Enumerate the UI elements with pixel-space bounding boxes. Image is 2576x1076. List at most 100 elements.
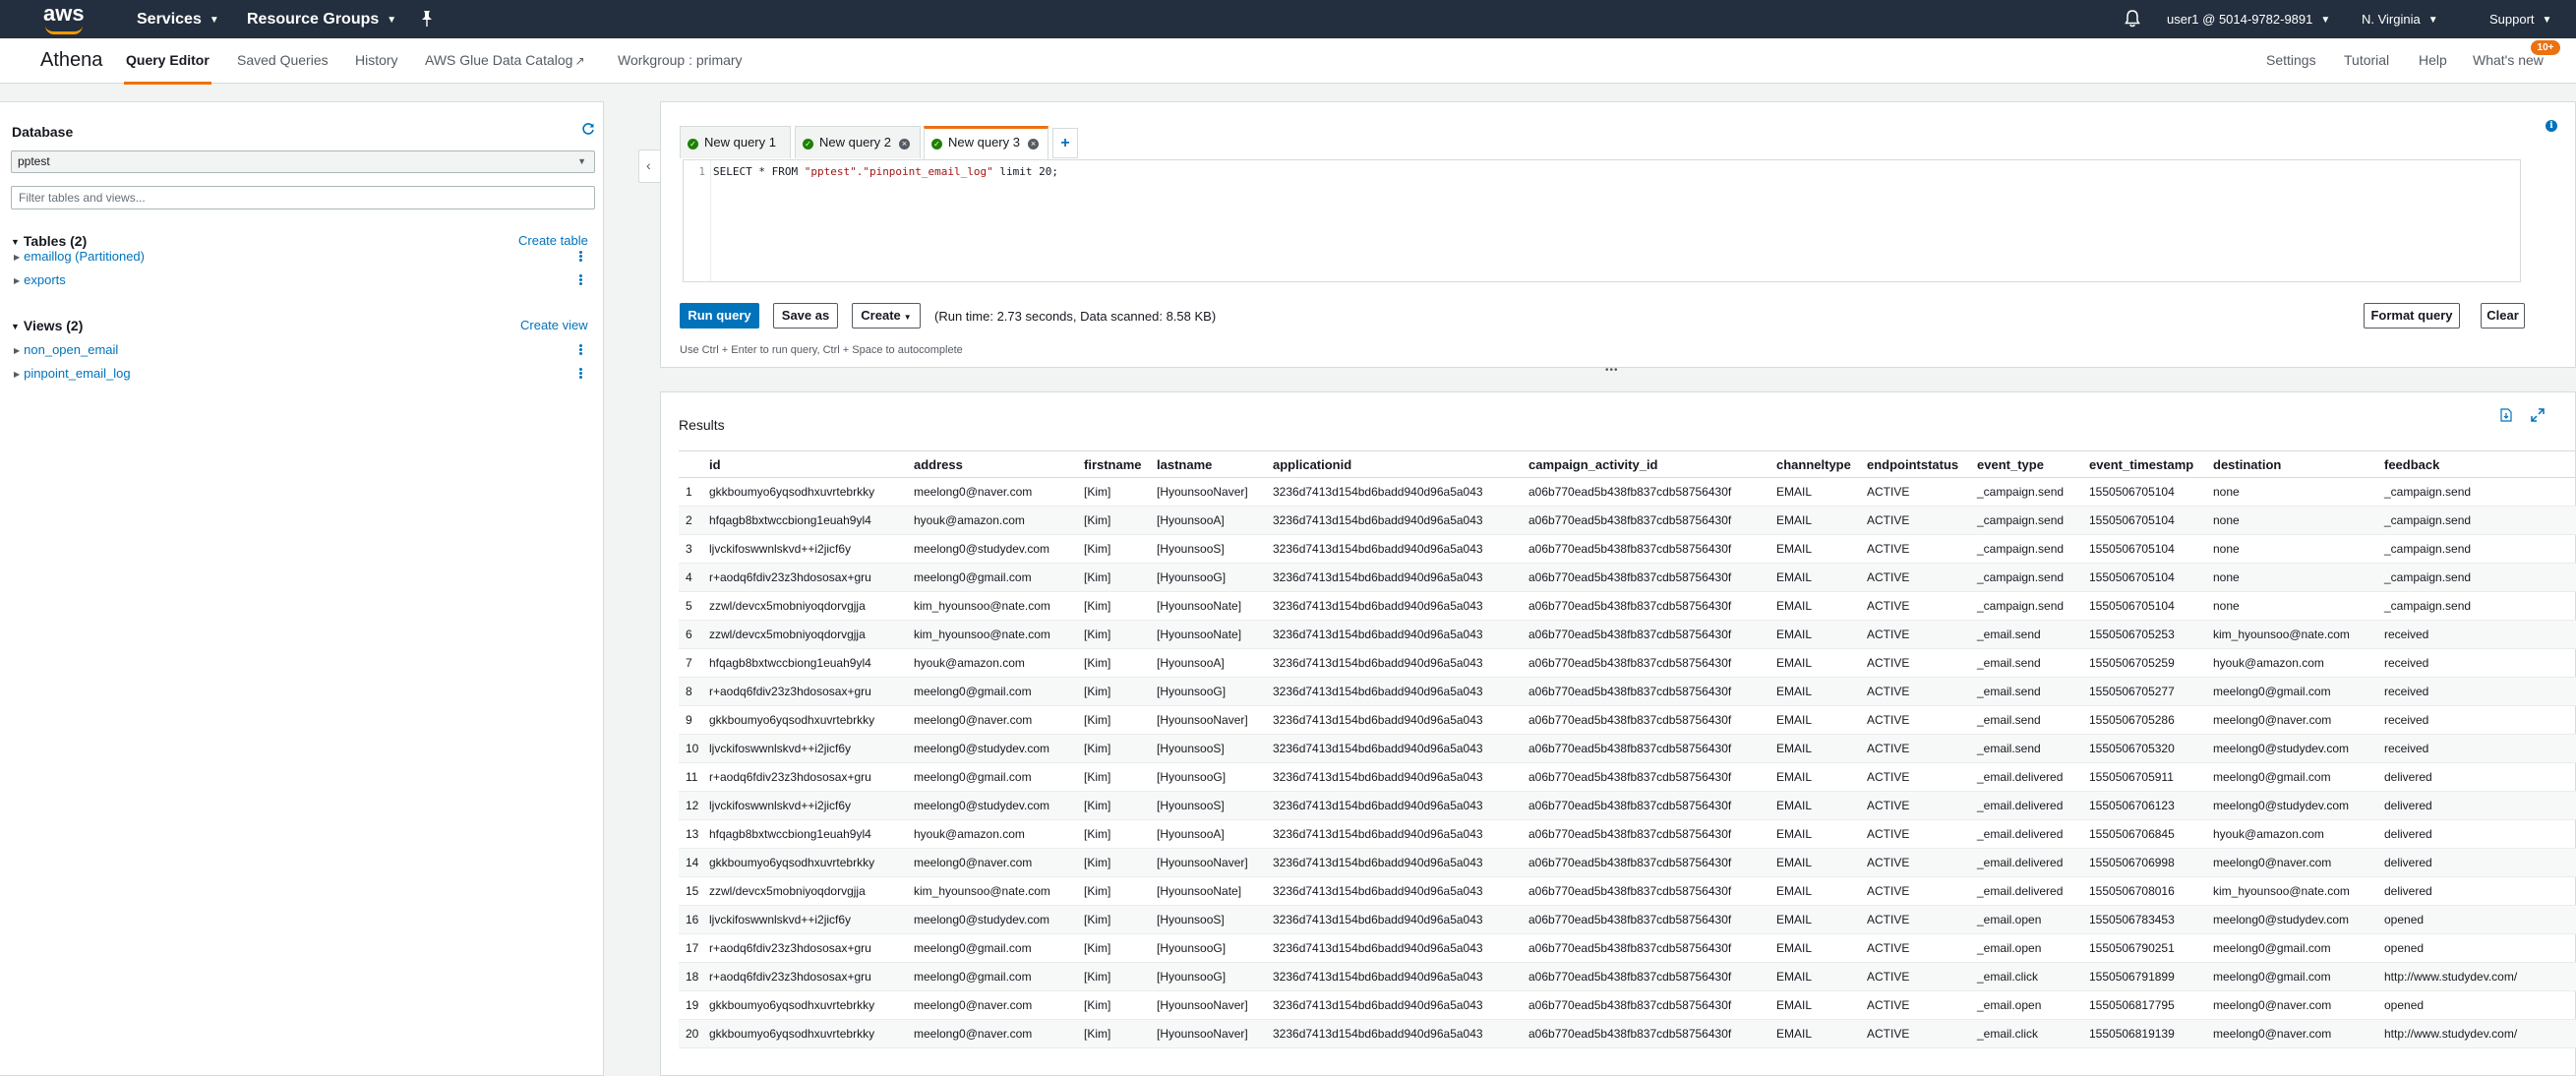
filter-tables-input[interactable] (11, 186, 595, 209)
table-row: 10 ljvckifoswwnlskvd++i2jicf6y meelong0@st… (679, 734, 2576, 763)
tab-history[interactable]: History (355, 52, 398, 68)
table-cell: EMAIL (1776, 876, 1867, 906)
whats-new-link[interactable]: What's new (2473, 52, 2544, 68)
table-cell: 3236d7413d154bd6badd940d96a5a043 (1273, 1019, 1528, 1048)
table-cell: meelong0@naver.com (914, 477, 1084, 507)
column-header[interactable]: id (709, 450, 914, 478)
settings-link[interactable]: Settings (2266, 52, 2316, 68)
more-options-icon[interactable] (579, 251, 583, 263)
query-tab-2[interactable]: ✓ New query 2 × (795, 126, 921, 158)
column-header[interactable]: applicationid (1273, 450, 1528, 478)
download-csv-icon[interactable] (2500, 408, 2512, 422)
table-cell: ACTIVE (1867, 677, 1977, 706)
tab-workgroup[interactable]: Workgroup : primary (618, 52, 743, 68)
table-cell: 3236d7413d154bd6badd940d96a5a043 (1273, 648, 1528, 678)
column-header[interactable]: channeltype (1776, 450, 1867, 478)
bell-icon[interactable] (2125, 9, 2140, 29)
view-item-pinpoint-email-log[interactable]: ▶ pinpoint_email_log (14, 366, 131, 381)
table-cell: http://www.studydev.com/ (2384, 1019, 2576, 1048)
more-options-icon[interactable] (579, 274, 583, 286)
run-query-button[interactable]: Run query (680, 303, 759, 329)
help-link[interactable]: Help (2419, 52, 2447, 68)
table-cell: [HyounsooG] (1157, 762, 1273, 792)
table-cell: http://www.studydev.com/ (2384, 962, 2576, 991)
table-item-label: emaillog (Partitioned) (24, 249, 145, 264)
format-query-button[interactable]: Format query (2364, 303, 2460, 329)
column-header[interactable]: destination (2213, 450, 2384, 478)
table-item-emaillog[interactable]: ▶ emaillog (Partitioned) (14, 249, 145, 264)
tab-glue-data-catalog[interactable]: AWS Glue Data Catalog ↗ (425, 52, 585, 68)
table-cell: _campaign.send (1977, 563, 2089, 592)
views-section-header[interactable]: ▼ Views (2) (11, 318, 83, 333)
table-cell: ACTIVE (1867, 620, 1977, 649)
row-number: 3 (679, 534, 709, 564)
table-cell: delivered (2384, 791, 2576, 820)
expand-icon[interactable] (2531, 408, 2545, 422)
column-header[interactable]: event_type (1977, 450, 2089, 478)
tab-query-editor[interactable]: Query Editor (124, 52, 211, 85)
more-options-icon[interactable] (579, 344, 583, 356)
tab-saved-queries[interactable]: Saved Queries (237, 52, 329, 68)
row-number: 20 (679, 1019, 709, 1048)
table-cell: ACTIVE (1867, 962, 1977, 991)
create-button[interactable]: Create ▼ (852, 303, 921, 329)
column-header[interactable]: campaign_activity_id (1528, 450, 1776, 478)
table-cell: EMAIL (1776, 905, 1867, 934)
save-as-button[interactable]: Save as (773, 303, 838, 329)
table-cell: meelong0@gmail.com (914, 677, 1084, 706)
column-header[interactable]: feedback (2384, 450, 2576, 478)
table-cell: 3236d7413d154bd6badd940d96a5a043 (1273, 477, 1528, 507)
table-cell: EMAIL (1776, 990, 1867, 1020)
table-item-exports[interactable]: ▶ exports (14, 272, 66, 287)
column-header[interactable]: firstname (1084, 450, 1157, 478)
column-header[interactable]: lastname (1157, 450, 1273, 478)
info-icon[interactable]: i (2546, 120, 2557, 132)
resource-groups-menu[interactable]: Resource Groups ▼ (247, 0, 396, 38)
aws-logo[interactable]: aws (43, 0, 89, 38)
table-cell: [HyounsooS] (1157, 905, 1273, 934)
tables-section-header[interactable]: ▼ Tables (2) (11, 233, 87, 249)
create-table-link[interactable]: Create table (518, 233, 588, 248)
account-label: user1 @ 5014-9782-9891 (2167, 12, 2313, 27)
pin-icon[interactable] (419, 10, 435, 28)
caret-right-icon: ▶ (14, 253, 21, 262)
column-header[interactable] (679, 450, 709, 478)
row-number: 5 (679, 591, 709, 621)
resource-groups-label: Resource Groups (247, 11, 380, 28)
resize-handle-icon[interactable]: ••• (1605, 365, 1619, 376)
support-menu[interactable]: Support ▼ (2489, 0, 2551, 38)
collapse-sidebar-button[interactable]: ‹ (638, 149, 660, 183)
tutorial-link[interactable]: Tutorial (2344, 52, 2389, 68)
clear-button[interactable]: Clear (2481, 303, 2525, 329)
more-options-icon[interactable] (579, 368, 583, 380)
services-menu[interactable]: Services ▼ (137, 0, 219, 38)
table-cell: zzwl/devcx5mobniyoqdorvgjja (709, 620, 914, 649)
account-menu[interactable]: user1 @ 5014-9782-9891 ▼ (2167, 0, 2330, 38)
query-tab-1[interactable]: ✓ New query 1 (680, 126, 791, 158)
view-item-non-open-email[interactable]: ▶ non_open_email (14, 342, 118, 357)
run-info-text: (Run time: 2.73 seconds, Data scanned: 8… (934, 309, 1217, 324)
sql-editor[interactable]: 1 SELECT * FROM "pptest"."pinpoint_email… (683, 159, 2521, 282)
column-header[interactable]: event_timestamp (2089, 450, 2213, 478)
table-cell: a06b770ead5b438fb837cdb58756430f (1528, 506, 1776, 535)
refresh-icon[interactable] (581, 122, 595, 136)
table-cell: [HyounsooNate] (1157, 876, 1273, 906)
create-view-link[interactable]: Create view (520, 318, 588, 332)
column-header[interactable]: address (914, 450, 1084, 478)
new-query-tab-button[interactable]: + (1052, 128, 1078, 158)
close-tab-icon[interactable]: × (1027, 139, 1039, 149)
chevron-down-icon: ▼ (2320, 15, 2331, 26)
table-cell: a06b770ead5b438fb837cdb58756430f (1528, 648, 1776, 678)
column-header[interactable]: endpointstatus (1867, 450, 1977, 478)
database-select[interactable]: pptest ▼ (11, 150, 595, 173)
region-menu[interactable]: N. Virginia ▼ (2362, 0, 2438, 38)
close-tab-icon[interactable]: × (898, 139, 910, 149)
table-cell: kim_hyounsoo@nate.com (914, 591, 1084, 621)
query-tab-3[interactable]: ✓ New query 3 × (924, 126, 1048, 159)
table-cell: [HyounsooNaver] (1157, 848, 1273, 877)
table-cell: _email.delivered (1977, 848, 2089, 877)
table-cell: EMAIL (1776, 848, 1867, 877)
table-cell: [HyounsooNaver] (1157, 477, 1273, 507)
table-cell: EMAIL (1776, 506, 1867, 535)
table-cell: 3236d7413d154bd6badd940d96a5a043 (1273, 962, 1528, 991)
